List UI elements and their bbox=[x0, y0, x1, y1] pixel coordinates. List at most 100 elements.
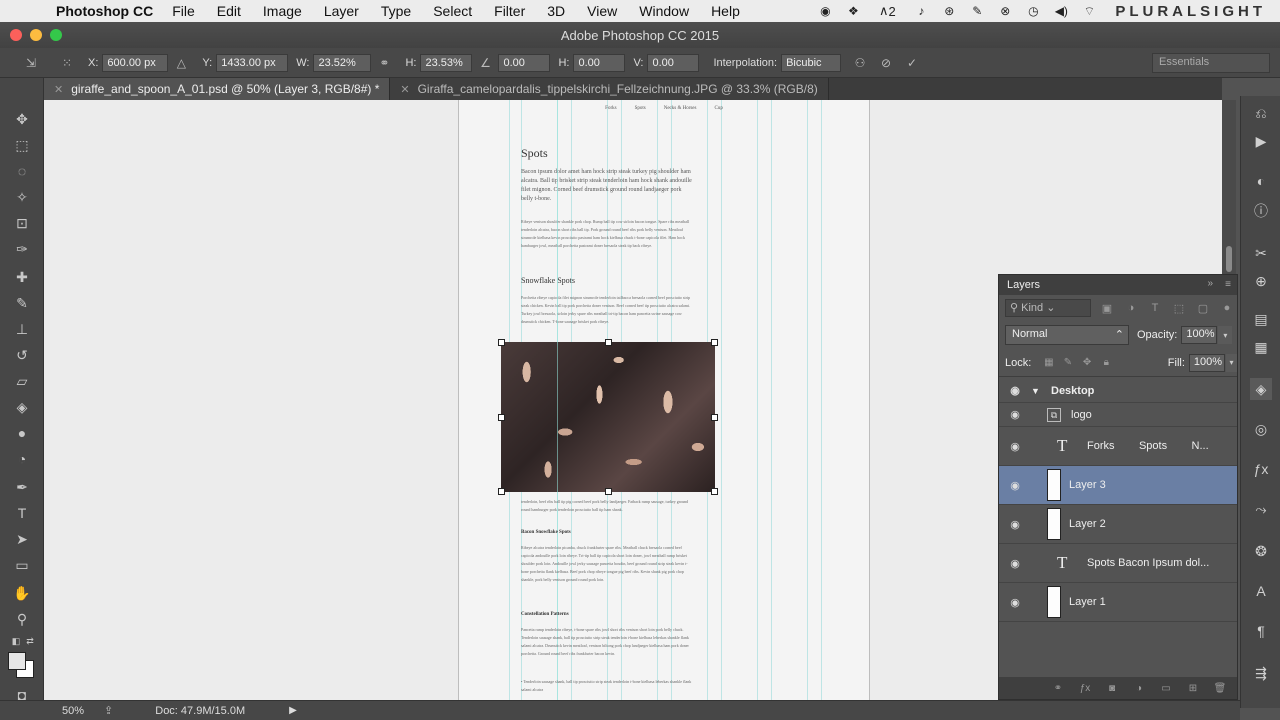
adobe-cc-icon[interactable]: ∧ 2 bbox=[872, 3, 902, 19]
close-tab-icon[interactable]: ✕ bbox=[54, 83, 63, 96]
disclosure-triangle-icon[interactable]: ▼ bbox=[1031, 386, 1040, 396]
layer-style-icon[interactable]: ƒx bbox=[1078, 681, 1092, 695]
commit-transform-icon[interactable]: ✓ bbox=[903, 54, 921, 72]
pixel-filter-icon[interactable]: ▣ bbox=[1099, 300, 1115, 316]
record-icon[interactable]: ◉ bbox=[816, 4, 834, 18]
tab-giraffa-jpg[interactable]: ✕ Giraffa_camelopardalis_tippelskirchi_F… bbox=[390, 78, 829, 100]
vpn-icon[interactable]: ⊗ bbox=[996, 4, 1014, 18]
menu-type[interactable]: Type bbox=[381, 3, 411, 19]
close-tab-icon[interactable]: ✕ bbox=[400, 83, 409, 96]
link-icon[interactable]: ⚭ bbox=[375, 54, 393, 72]
layer-row-layer-3[interactable]: ◉ Layer 3 bbox=[999, 466, 1237, 505]
lock-transparent-icon[interactable]: ▦ bbox=[1043, 356, 1054, 370]
transform-handle[interactable] bbox=[711, 414, 718, 421]
wifi-icon[interactable]: ⌔ bbox=[1080, 4, 1098, 18]
opacity-field[interactable]: 100% bbox=[1181, 326, 1218, 344]
menu-file[interactable]: File bbox=[172, 3, 195, 19]
lock-all-icon[interactable]: 🔒︎ bbox=[1101, 356, 1112, 370]
transform-handle[interactable] bbox=[498, 488, 505, 495]
delete-layer-icon[interactable]: 🗑︎ bbox=[1213, 681, 1227, 695]
warp-icon[interactable]: ⚇ bbox=[851, 54, 869, 72]
layer-row-forks-text[interactable]: ◉ T Forks Spots N... bbox=[999, 427, 1237, 466]
history-brush-tool-icon[interactable]: ↺ bbox=[10, 344, 34, 366]
magic-wand-tool-icon[interactable]: ✧ bbox=[10, 186, 34, 208]
document-canvas[interactable]: Forks Spots Necks & Horses Cup Spots Bac… bbox=[458, 100, 870, 700]
scrollbar-thumb[interactable] bbox=[1226, 246, 1232, 272]
filter-toggle-icon[interactable]: ● bbox=[1219, 300, 1235, 316]
type-filter-icon[interactable]: T bbox=[1147, 300, 1163, 316]
eye-icon[interactable]: ◉ bbox=[1007, 517, 1023, 531]
menu-view[interactable]: View bbox=[587, 3, 617, 19]
adjustment-filter-icon[interactable]: ◑ bbox=[1123, 300, 1139, 316]
foreground-color-swatch[interactable] bbox=[8, 652, 26, 670]
status-menu-arrow-icon[interactable]: ▶ bbox=[289, 705, 297, 716]
healing-brush-tool-icon[interactable]: ✚ bbox=[10, 266, 34, 288]
eye-icon[interactable]: ◉ bbox=[1007, 595, 1023, 609]
lock-position-icon[interactable]: ✥ bbox=[1082, 356, 1093, 370]
layer-row-spots-text[interactable]: ◉ T Spots Bacon Ipsum dol... bbox=[999, 544, 1237, 583]
tool-preset-icon[interactable]: ⇲ bbox=[22, 54, 40, 72]
dropbox-icon[interactable]: ❖ bbox=[844, 4, 862, 18]
brush-panel-icon[interactable]: ✂ bbox=[1250, 242, 1272, 264]
crop-tool-icon[interactable]: ⊡ bbox=[10, 212, 34, 234]
opacity-dropdown-icon[interactable]: ▾ bbox=[1218, 326, 1233, 344]
character-panel-icon[interactable]: A bbox=[1250, 580, 1272, 602]
layer-row-logo[interactable]: ◉ ⧉ logo bbox=[999, 403, 1237, 427]
adjustments-panel-icon[interactable]: ◐ bbox=[1250, 170, 1272, 192]
collapse-panel-icon[interactable]: » bbox=[1207, 278, 1213, 289]
eye-icon[interactable]: ◉ bbox=[1007, 439, 1023, 453]
interpolation-select[interactable]: Bicubic bbox=[781, 53, 842, 72]
actions-panel-icon[interactable]: ▶ bbox=[1250, 130, 1272, 152]
paragraph-panel-icon[interactable]: ¶ bbox=[1250, 620, 1272, 642]
rectangle-tool-icon[interactable]: ▭ bbox=[10, 554, 34, 576]
transform-handle[interactable] bbox=[498, 414, 505, 421]
layer-row-layer-2[interactable]: ◉ Layer 2 bbox=[999, 505, 1237, 544]
share-icon[interactable]: ⇪ bbox=[104, 704, 113, 717]
add-mask-icon[interactable]: ◙ bbox=[1105, 681, 1119, 695]
channels-panel-icon[interactable]: ◎ bbox=[1250, 418, 1272, 440]
sync-icon[interactable]: ⊛ bbox=[940, 4, 958, 18]
menu-select[interactable]: Select bbox=[433, 3, 472, 19]
y-field[interactable]: 1433.00 px bbox=[216, 53, 289, 72]
blend-mode-select[interactable]: Normal ⌃ bbox=[1005, 325, 1129, 345]
transform-handle[interactable] bbox=[711, 488, 718, 495]
lock-image-icon[interactable]: ✎ bbox=[1062, 356, 1073, 370]
zoom-window-button[interactable] bbox=[50, 29, 62, 41]
menu-app-name[interactable]: Photoshop CC bbox=[56, 3, 153, 19]
layers-panel-icon[interactable]: ◈ bbox=[1250, 378, 1272, 400]
new-group-icon[interactable]: ▭ bbox=[1159, 681, 1173, 695]
libraries-panel-icon[interactable]: ▦ bbox=[1250, 336, 1272, 358]
menu-help[interactable]: Help bbox=[711, 3, 740, 19]
layer-row-desktop[interactable]: ◉ ▼ Desktop bbox=[999, 379, 1237, 403]
eye-icon[interactable]: ◉ bbox=[1007, 478, 1023, 492]
angle-field[interactable]: 0.00 bbox=[498, 53, 551, 72]
zoom-level[interactable]: 50% bbox=[62, 705, 84, 717]
close-window-button[interactable] bbox=[10, 29, 22, 41]
swap-colors-icon[interactable]: ⇄ bbox=[18, 630, 42, 652]
eye-icon[interactable]: ◉ bbox=[1007, 384, 1023, 398]
eyedropper-tool-icon[interactable]: ✑ bbox=[10, 238, 34, 260]
hskew-field[interactable]: 0.00 bbox=[573, 53, 626, 72]
x-field[interactable]: 600.00 px bbox=[102, 53, 169, 72]
transform-handle[interactable] bbox=[498, 339, 505, 346]
notification-bell-icon[interactable]: ♪ bbox=[912, 4, 930, 18]
fill-dropdown-icon[interactable]: ▾ bbox=[1225, 353, 1238, 372]
paint-bucket-tool-icon[interactable]: ◈ bbox=[10, 396, 34, 418]
zoom-tool-icon[interactable]: ⚲ bbox=[10, 608, 34, 630]
cancel-transform-icon[interactable]: ⊘ bbox=[877, 54, 895, 72]
transform-handle[interactable] bbox=[605, 339, 612, 346]
clone-stamp-tool-icon[interactable]: ⊥ bbox=[10, 318, 34, 340]
menu-image[interactable]: Image bbox=[263, 3, 302, 19]
fill-field[interactable]: 100% bbox=[1188, 353, 1225, 372]
h-field[interactable]: 23.53% bbox=[420, 53, 473, 72]
move-tool-icon[interactable]: ✥ bbox=[10, 108, 34, 130]
info-panel-icon[interactable]: ⓘ bbox=[1250, 200, 1272, 222]
w-field[interactable]: 23.52% bbox=[313, 53, 372, 72]
eye-icon[interactable]: ◉ bbox=[1007, 408, 1023, 422]
evernote-icon[interactable]: ✎ bbox=[968, 4, 986, 18]
brush-tool-icon[interactable]: ✎ bbox=[10, 292, 34, 314]
delta-icon[interactable]: △ bbox=[172, 54, 190, 72]
paths-panel-icon[interactable]: ⤳ bbox=[1250, 498, 1272, 520]
vskew-field[interactable]: 0.00 bbox=[647, 53, 700, 72]
tab-giraffe-psd[interactable]: ✕ giraffe_and_spoon_A_01.psd @ 50% (Laye… bbox=[44, 78, 391, 100]
